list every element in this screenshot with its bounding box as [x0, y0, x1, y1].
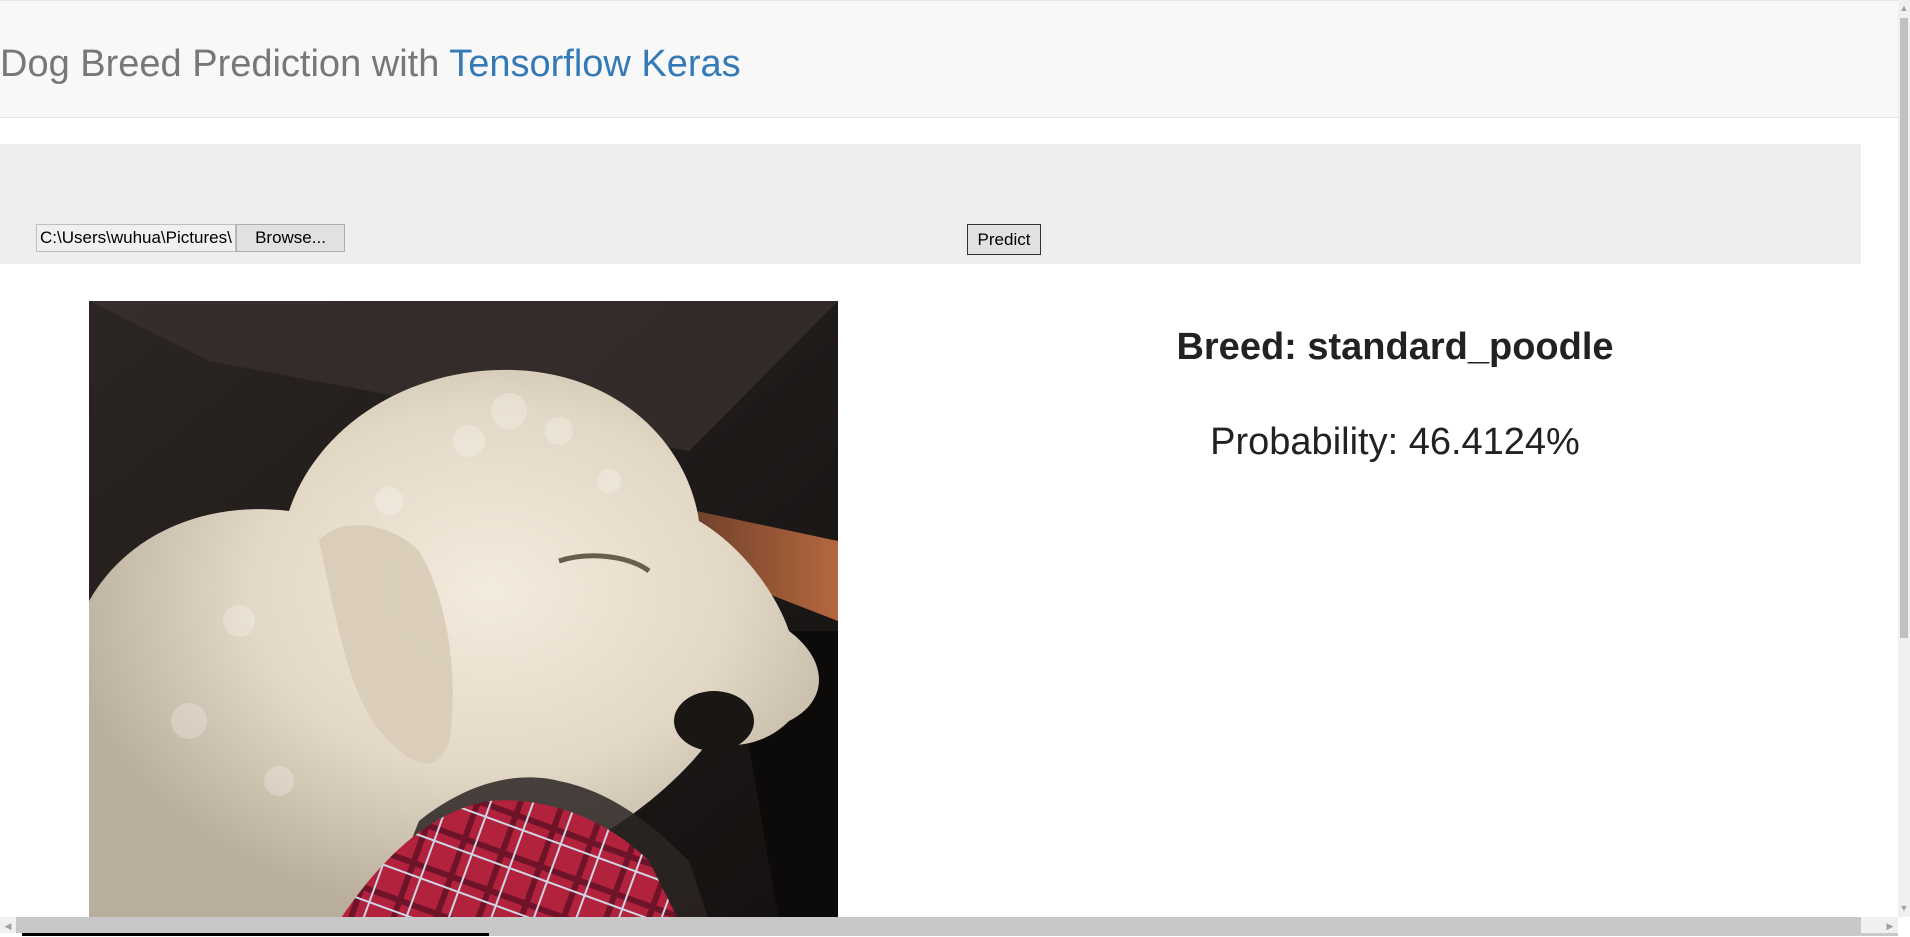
page-title: Dog Breed Prediction with Tensorflow Ker… — [0, 43, 741, 86]
bottom-edge-light — [489, 933, 1898, 936]
vertical-scrollbar[interactable]: ▲ ▼ — [1898, 0, 1910, 917]
predict-button[interactable]: Predict — [967, 224, 1041, 255]
browser-viewport: Dog Breed Prediction with Tensorflow Ker… — [0, 0, 1910, 937]
dog-photo-image — [89, 301, 838, 921]
file-path-field[interactable]: C:\Users\wuhua\Pictures\ — [36, 224, 236, 252]
uploaded-dog-image — [89, 301, 838, 921]
breed-label: Breed: standard_poodle — [1176, 326, 1614, 368]
probability-label: Probability: 46.4124% — [1210, 421, 1580, 463]
bottom-edge — [0, 933, 1898, 937]
vertical-scroll-thumb[interactable] — [1900, 18, 1908, 638]
file-input[interactable]: C:\Users\wuhua\Pictures\ Browse... — [36, 224, 345, 252]
tensorflow-keras-link[interactable]: Tensorflow Keras — [449, 43, 740, 85]
scroll-down-icon[interactable]: ▼ — [1898, 900, 1910, 916]
browse-button[interactable]: Browse... — [236, 224, 345, 252]
page-title-prefix: Dog Breed Prediction with — [0, 43, 450, 85]
prediction-result: Breed: standard_poodle Probability: 46.4… — [1020, 320, 1770, 464]
scroll-up-icon[interactable]: ▲ — [1898, 0, 1910, 16]
navbar: Dog Breed Prediction with Tensorflow Ker… — [0, 0, 1898, 118]
bottom-edge-dark — [22, 933, 489, 936]
